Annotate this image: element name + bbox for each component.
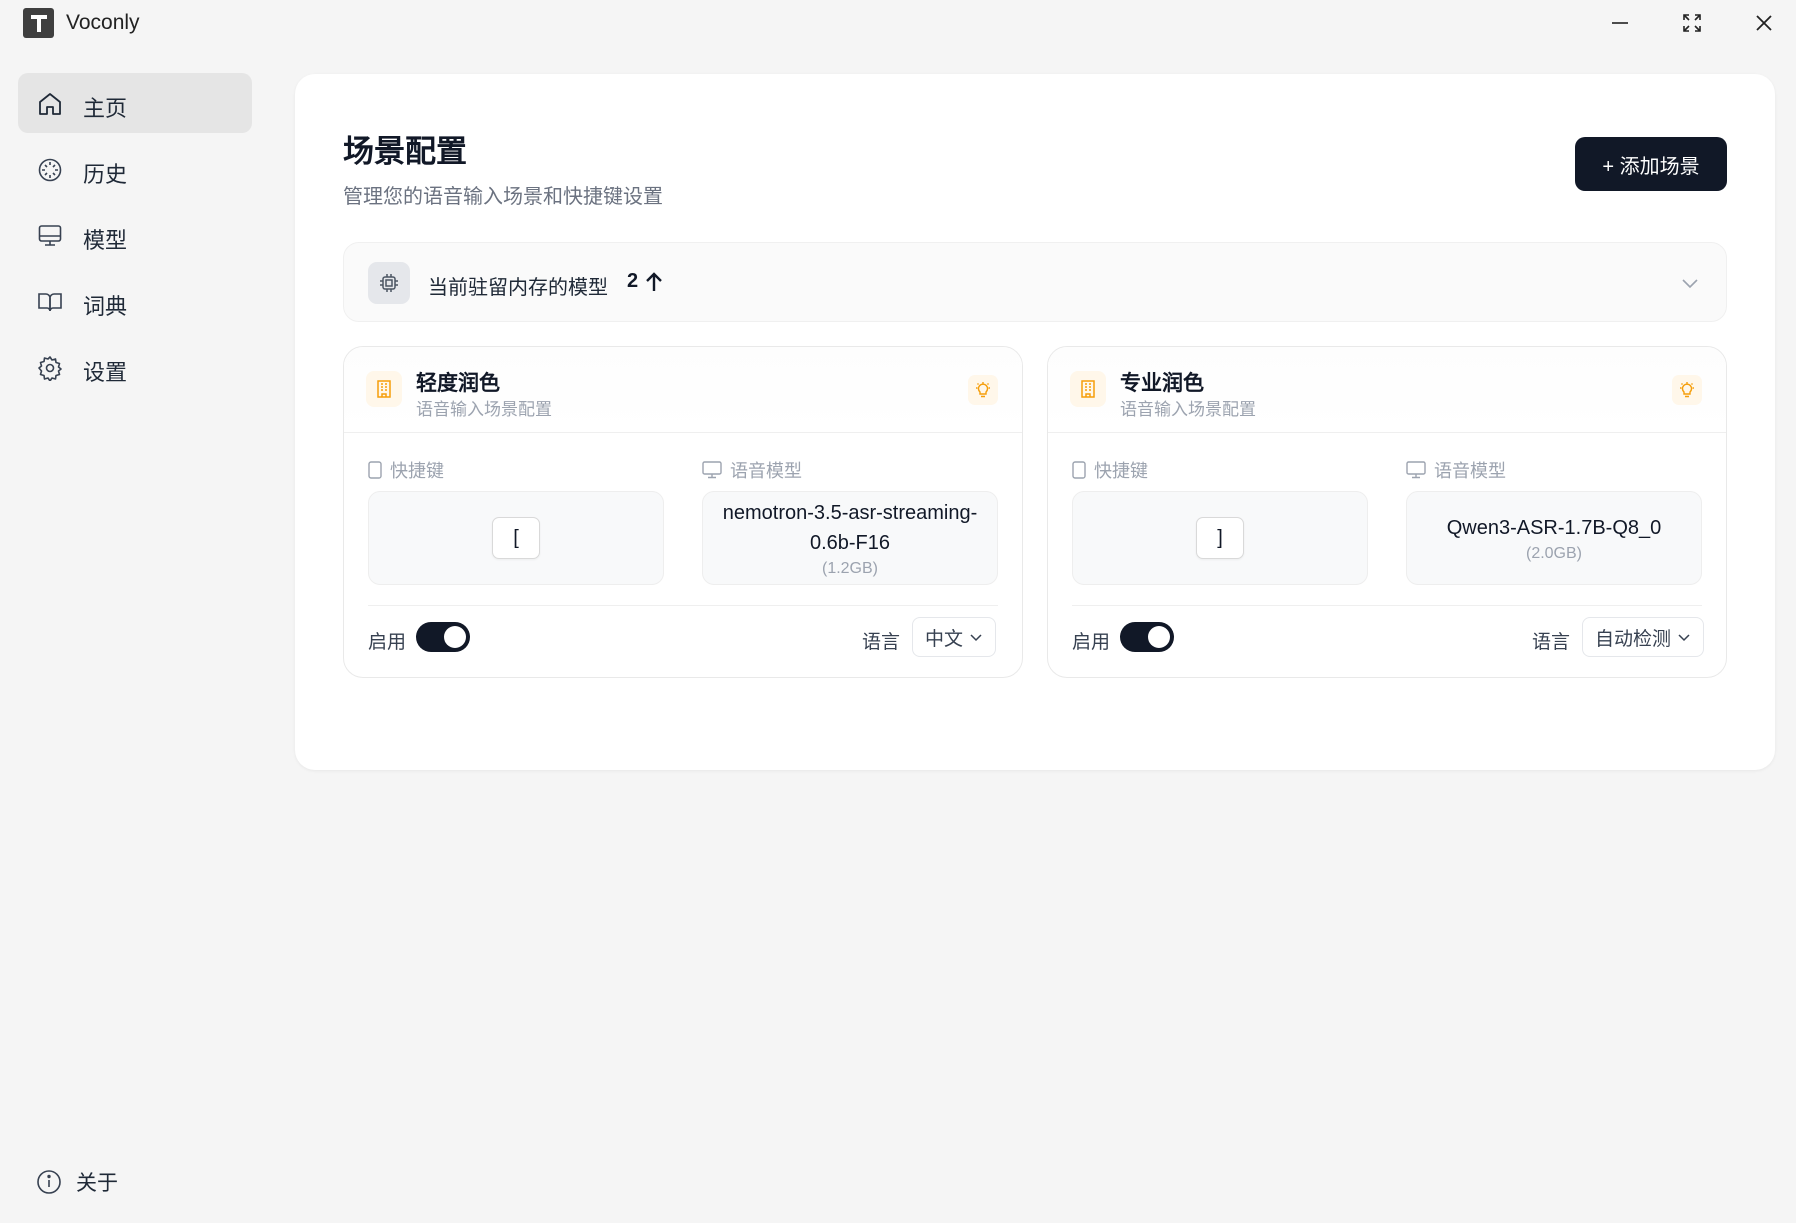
toggle-knob <box>444 626 466 648</box>
scene-header: 专业润色 语音输入场景配置 <box>1048 347 1726 433</box>
minimize-icon <box>1612 22 1628 24</box>
language-select[interactable]: 自动检测 <box>1582 617 1705 657</box>
sidebar-item-label: 词典 <box>83 294 128 319</box>
model-name: nemotron-3.5-asr-streaming-0.6b-F16 <box>722 502 978 554</box>
model-field[interactable]: nemotron-3.5-asr-streaming-0.6b-F16 (1.2… <box>702 491 998 585</box>
sidebar-item-home[interactable]: 主页 <box>18 73 252 133</box>
language-value: 中文 <box>925 628 964 650</box>
building-icon <box>1081 380 1095 398</box>
enable-toggle[interactable] <box>416 622 470 652</box>
model-name: Qwen3-ASR-1.7B-Q8_0 <box>1446 517 1662 539</box>
model-field[interactable]: Qwen3-ASR-1.7B-Q8_0 (2.0GB) <box>1406 491 1702 585</box>
memory-count: 2 <box>627 270 639 292</box>
language-value: 自动检测 <box>1595 628 1672 650</box>
history-icon <box>38 158 62 182</box>
app-title: Voconly <box>66 11 140 34</box>
model-size: (1.2GB) <box>821 560 878 577</box>
lightbulb-button[interactable] <box>1672 375 1702 405</box>
hotkey-field: [ <box>368 491 664 585</box>
monitor-icon <box>1406 461 1426 479</box>
keyboard-key-icon <box>1072 461 1086 479</box>
toggle-knob <box>1148 626 1170 648</box>
sidebar-item-label: 模型 <box>83 228 128 253</box>
lightbulb-icon <box>976 382 990 398</box>
language-label: 语言 <box>1532 632 1571 653</box>
language-select[interactable]: 中文 <box>912 617 997 657</box>
monitor-icon <box>702 461 722 479</box>
info-icon <box>37 1170 61 1194</box>
chevron-down-icon[interactable] <box>1680 273 1700 293</box>
hotkey-key[interactable]: [ <box>492 517 540 559</box>
monitor-icon <box>38 225 62 246</box>
building-icon <box>377 380 391 398</box>
scene-name: 轻度润色 <box>416 372 500 395</box>
scene-icon-box <box>1070 371 1106 407</box>
maximize-icon <box>1683 14 1701 32</box>
scene-card: 轻度润色 语音输入场景配置 快捷键 语音模型 [ nemotron-3.5-as… <box>343 346 1023 678</box>
model-label: 语音模型 <box>1406 457 1506 483</box>
scene-name: 专业润色 <box>1120 372 1204 395</box>
enable-toggle[interactable] <box>1120 622 1174 652</box>
scene-desc: 语音输入场景配置 <box>1120 400 1256 419</box>
scene-icon-box <box>366 371 402 407</box>
enable-label: 启用 <box>1072 632 1111 653</box>
gear-icon <box>38 356 62 381</box>
divider <box>368 605 998 606</box>
page-subtitle: 管理您的语音输入场景和快捷键设置 <box>343 186 663 208</box>
hotkey-field: ] <box>1072 491 1368 585</box>
model-size: (2.0GB) <box>1525 545 1582 562</box>
sidebar-item-settings[interactable]: 设置 <box>18 337 252 397</box>
chevron-down-icon <box>970 634 982 642</box>
scene-header: 轻度润色 语音输入场景配置 <box>344 347 1022 433</box>
chip-icon-box <box>368 262 410 304</box>
lightbulb-button[interactable] <box>968 375 998 405</box>
sidebar-item-dictionary[interactable]: 词典 <box>18 271 252 331</box>
main-panel: 场景配置 管理您的语音输入场景和快捷键设置 + 添加场景 当前驻留内存的模型 2 <box>295 74 1775 770</box>
model-label: 语音模型 <box>702 457 802 483</box>
enable-label: 启用 <box>368 632 407 653</box>
arrow-up-icon <box>646 272 662 291</box>
add-scene-button[interactable]: + 添加场景 <box>1575 137 1727 191</box>
lightbulb-icon <box>1680 382 1694 398</box>
sidebar-item-label: 历史 <box>83 162 128 187</box>
keyboard-key-icon <box>368 461 382 479</box>
memory-models-bar[interactable]: 当前驻留内存的模型 2 <box>343 242 1727 322</box>
sidebar-item-history[interactable]: 历史 <box>18 139 252 199</box>
scene-desc: 语音输入场景配置 <box>416 400 552 419</box>
sidebar-item-models[interactable]: 模型 <box>18 205 252 265</box>
divider <box>1072 605 1702 606</box>
app-logo <box>23 8 54 38</box>
hotkey-key[interactable]: ] <box>1196 517 1244 559</box>
title-bar: Voconly <box>0 0 1796 46</box>
book-icon <box>38 293 62 312</box>
about-label: 关于 <box>76 1172 118 1195</box>
hotkey-label: 快捷键 <box>368 457 444 483</box>
chip-icon <box>380 274 398 292</box>
language-label: 语言 <box>862 632 901 653</box>
sidebar-item-label: 设置 <box>83 360 128 385</box>
home-icon <box>39 93 61 115</box>
memory-label: 当前驻留内存的模型 <box>428 277 608 299</box>
chevron-down-icon <box>1678 634 1690 642</box>
close-button[interactable] <box>1744 8 1784 38</box>
scene-card: 专业润色 语音输入场景配置 快捷键 语音模型 ] Qwen3-ASR-1.7B-… <box>1047 346 1727 678</box>
page-title: 场景配置 <box>343 134 467 169</box>
minimize-button[interactable] <box>1600 8 1640 38</box>
maximize-button[interactable] <box>1672 8 1712 38</box>
sidebar-item-label: 主页 <box>83 96 128 121</box>
hotkey-label: 快捷键 <box>1072 457 1148 483</box>
about-link[interactable]: 关于 <box>36 1166 156 1198</box>
close-icon <box>1756 15 1772 31</box>
